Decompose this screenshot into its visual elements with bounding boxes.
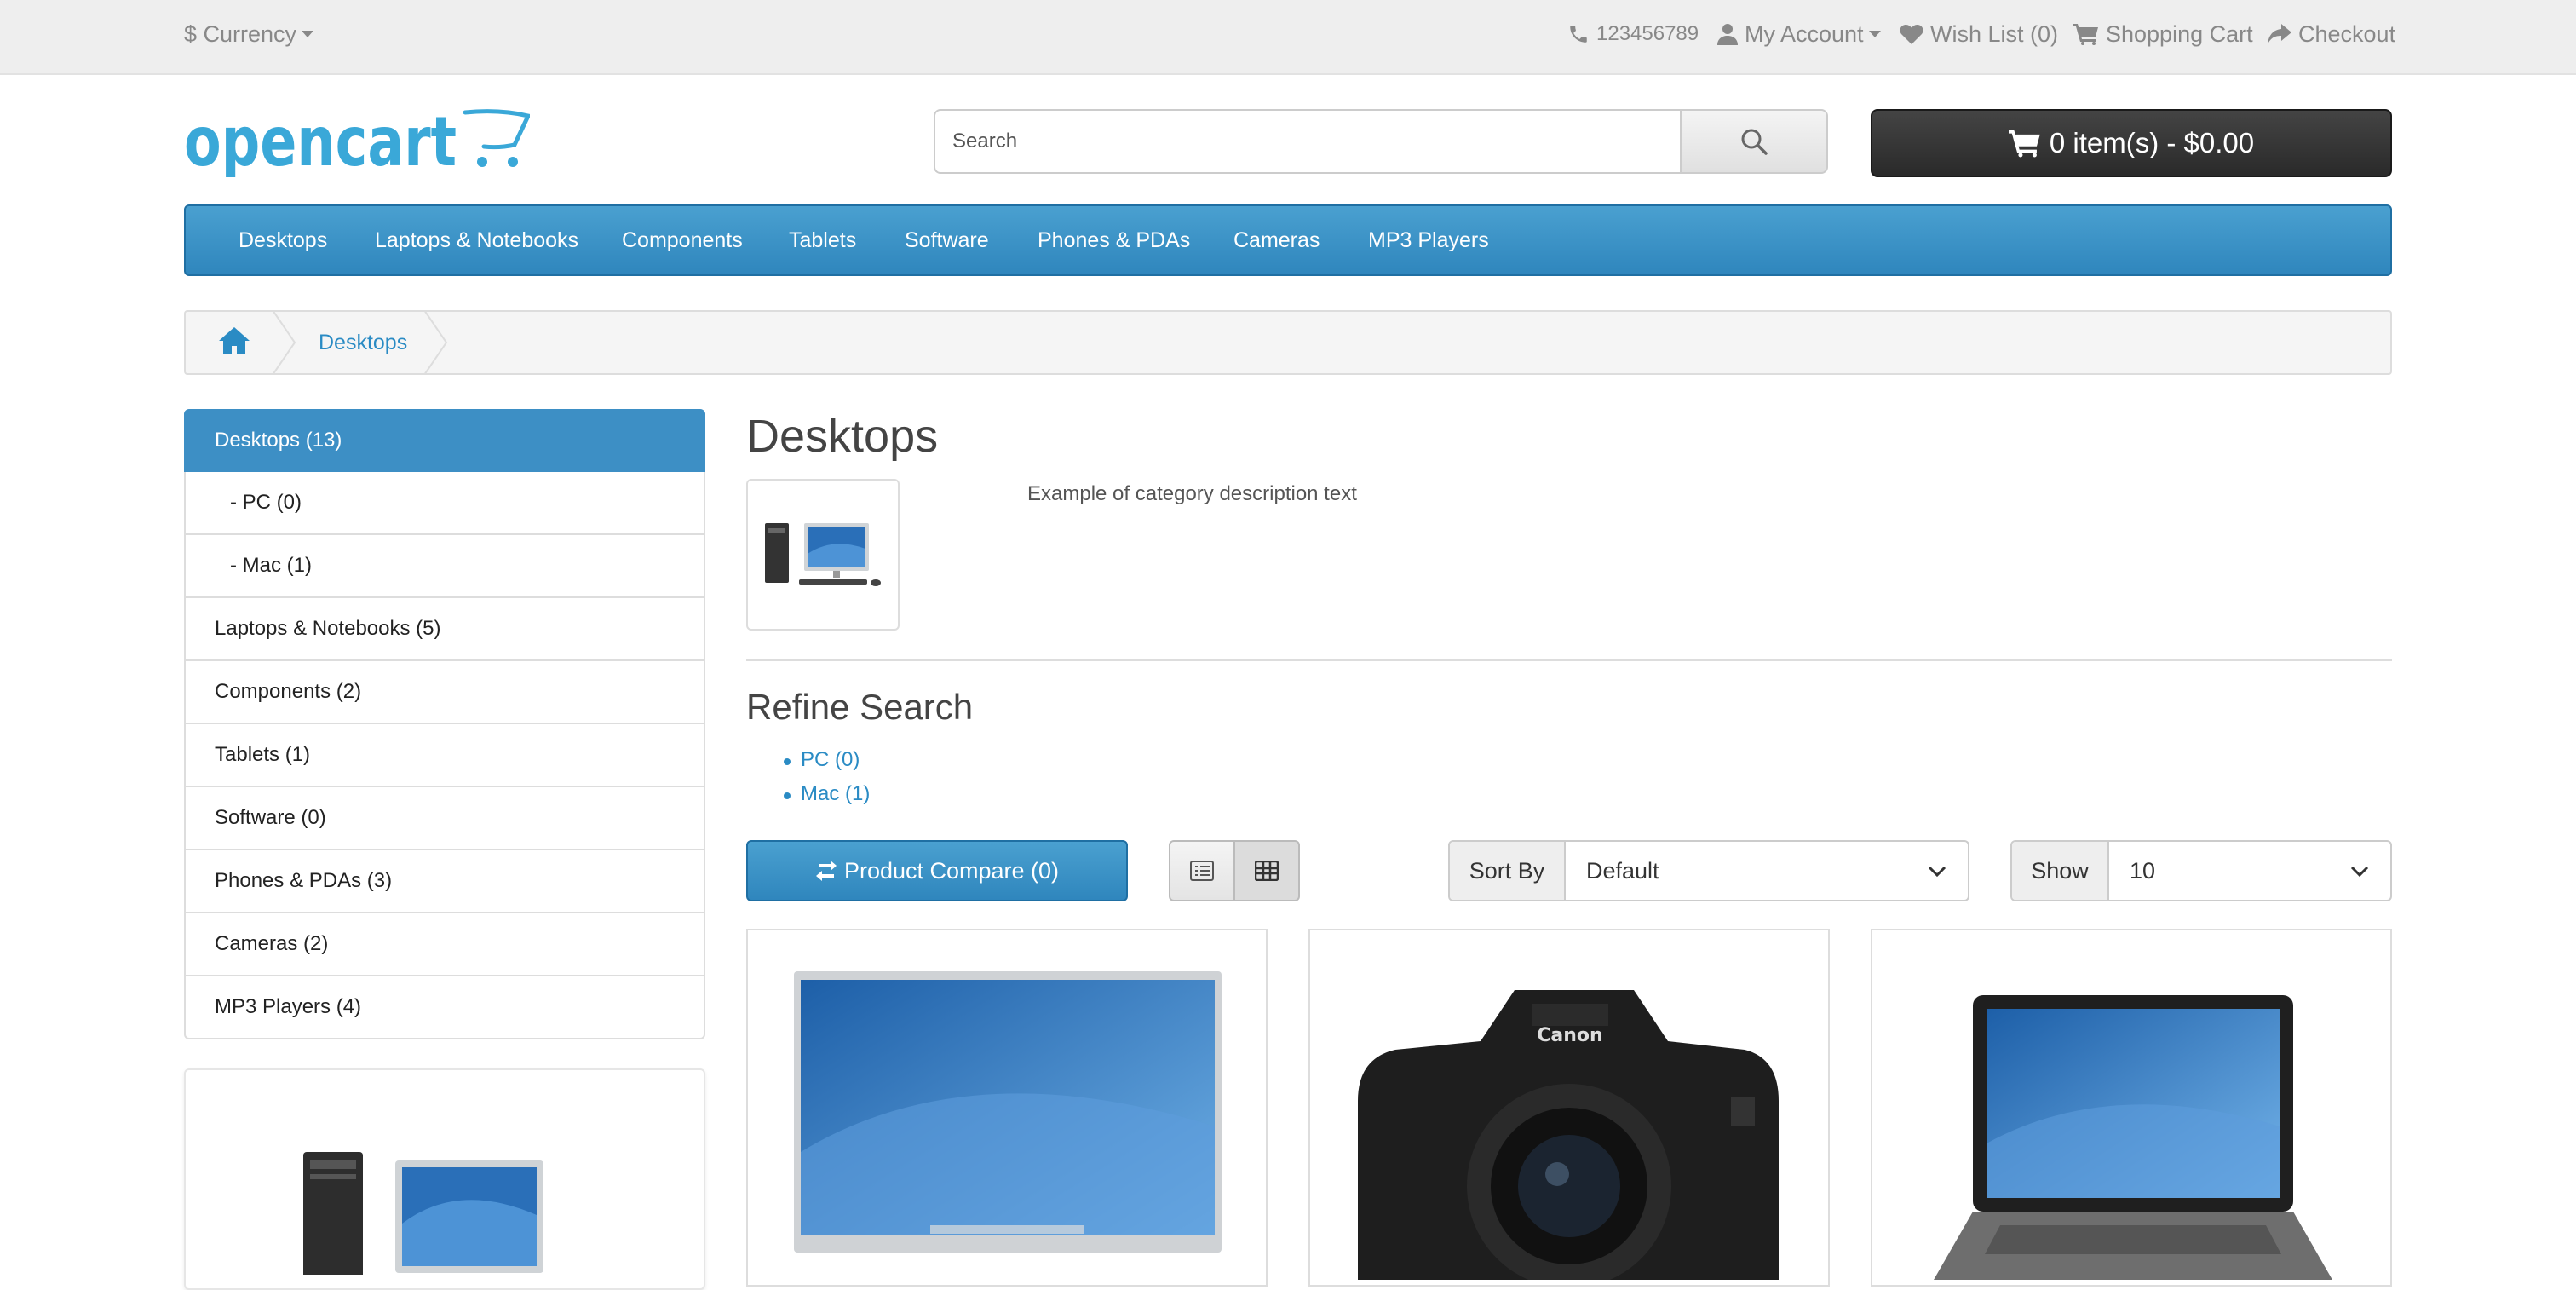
svg-text:Canon: Canon [1537, 1025, 1602, 1046]
category-item-mp3-players[interactable]: MP3 Players (4) [184, 976, 705, 1039]
shopping-cart-link[interactable]: Shopping Cart [2073, 0, 2253, 68]
category-item-mac[interactable]: - Mac (1) [184, 535, 705, 598]
chevron-down-icon [2350, 866, 2369, 878]
category-item-software[interactable]: Software (0) [184, 787, 705, 850]
search-button[interactable] [1680, 109, 1828, 174]
grid-view-button[interactable] [1233, 840, 1300, 901]
share-icon [2268, 24, 2291, 44]
home-icon [219, 327, 250, 354]
menu-item-mp3-players[interactable]: MP3 Players [1368, 206, 1489, 274]
category-item-pc[interactable]: - PC (0) [184, 472, 705, 535]
chevron-down-icon [1928, 866, 1946, 878]
show-label: Show [2012, 842, 2109, 900]
cart-total: 0 item(s) - $0.00 [2049, 127, 2255, 158]
sort-by-label: Sort By [1450, 842, 1566, 900]
exchange-icon [815, 861, 837, 881]
site-logo[interactable]: opencart [184, 102, 532, 181]
product-card[interactable]: Canon [1308, 929, 1830, 1287]
user-icon [1717, 24, 1738, 45]
wishlist-label: Wish List (0) [1930, 20, 2059, 47]
breadcrumb-separator [272, 310, 296, 375]
grid-icon [1255, 861, 1279, 881]
main-menu: Desktops Laptops & Notebooks Components … [184, 204, 2392, 276]
checkout-label: Checkout [2298, 20, 2396, 47]
cart-button[interactable]: 0 item(s) - $0.00 [1871, 109, 2392, 177]
list-view-button[interactable] [1169, 840, 1235, 901]
search-icon [1741, 129, 1768, 155]
category-item-cameras[interactable]: Cameras (2) [184, 913, 705, 976]
phone-link[interactable]: 123456789 [1567, 0, 1699, 68]
product-compare-label: Product Compare (0) [843, 857, 1060, 884]
svg-text:opencart: opencart [184, 104, 457, 177]
breadcrumb-home[interactable] [218, 325, 250, 362]
sort-by-value: Default [1586, 857, 1659, 884]
menu-item-laptops-notebooks[interactable]: Laptops & Notebooks [375, 206, 578, 274]
search-input[interactable] [934, 109, 1680, 174]
category-item-laptops-notebooks[interactable]: Laptops & Notebooks (5) [184, 598, 705, 661]
breadcrumb-item-desktops[interactable]: Desktops [319, 312, 407, 373]
category-item-phones-pdas[interactable]: Phones & PDAs (3) [184, 850, 705, 913]
category-image[interactable] [746, 479, 900, 631]
phone-icon [1570, 26, 1587, 43]
refine-link-pc[interactable]: PC (0) [801, 748, 860, 772]
product-compare-button[interactable]: Product Compare (0) [746, 840, 1128, 901]
product-card[interactable] [1871, 929, 2392, 1287]
breadcrumb-separator [423, 310, 448, 375]
category-item-desktops[interactable]: Desktops (13) [184, 409, 705, 472]
show-group: Show 10 [2010, 840, 2392, 901]
menu-item-components[interactable]: Components [622, 206, 743, 274]
my-account-dropdown[interactable]: My Account [1717, 0, 1881, 68]
list-icon [1190, 861, 1214, 881]
my-account-label: My Account [1745, 20, 1864, 47]
menu-item-desktops[interactable]: Desktops [239, 206, 327, 274]
desktop-computer-image [303, 1152, 543, 1288]
caret-down-icon [1868, 31, 1881, 37]
refine-link-mac[interactable]: Mac (1) [801, 782, 870, 806]
cart-icon [2073, 24, 2098, 45]
heart-icon [1900, 24, 1923, 44]
top-bar: $ Currency 123456789 My Account Wish Lis… [0, 0, 2576, 75]
product-image-laptop [1934, 995, 2332, 1280]
show-value: 10 [2130, 857, 2156, 884]
shopping-cart-label: Shopping Cart [2106, 20, 2253, 47]
menu-item-cameras[interactable]: Cameras [1233, 206, 1320, 274]
product-card[interactable] [746, 929, 1268, 1287]
menu-item-software[interactable]: Software [905, 206, 989, 274]
category-description: Example of category description text [1027, 482, 1357, 505]
category-item-components[interactable]: Components (2) [184, 661, 705, 724]
checkout-link[interactable]: Checkout [2268, 0, 2395, 68]
list-bullet [784, 758, 791, 765]
sort-by-group: Sort By Default [1448, 840, 1969, 901]
product-image-monitor [794, 971, 1222, 1253]
menu-item-phones-pdas[interactable]: Phones & PDAs [1038, 206, 1190, 274]
desktop-computer-image [765, 523, 881, 586]
divider [746, 659, 2392, 661]
breadcrumb: Desktops [184, 310, 2392, 375]
phone-number: 123456789 [1596, 22, 1699, 45]
cart-icon [2008, 130, 2040, 158]
sort-by-select[interactable]: Default [1566, 842, 1968, 900]
product-image-camera: Canon [1358, 990, 1779, 1285]
page-title: Desktops [746, 411, 939, 462]
sidebar-banner[interactable] [184, 1068, 705, 1290]
menu-item-tablets[interactable]: Tablets [789, 206, 856, 274]
wishlist-link[interactable]: Wish List (0) [1900, 0, 2058, 68]
caret-down-icon [302, 31, 314, 37]
category-item-tablets[interactable]: Tablets (1) [184, 724, 705, 787]
list-bullet [784, 792, 791, 799]
currency-dropdown[interactable]: $ Currency [184, 0, 314, 68]
currency-label: $ Currency [184, 20, 297, 47]
refine-search-heading: Refine Search [746, 687, 974, 727]
show-select[interactable]: 10 [2109, 842, 2390, 900]
search-group [934, 109, 1828, 177]
